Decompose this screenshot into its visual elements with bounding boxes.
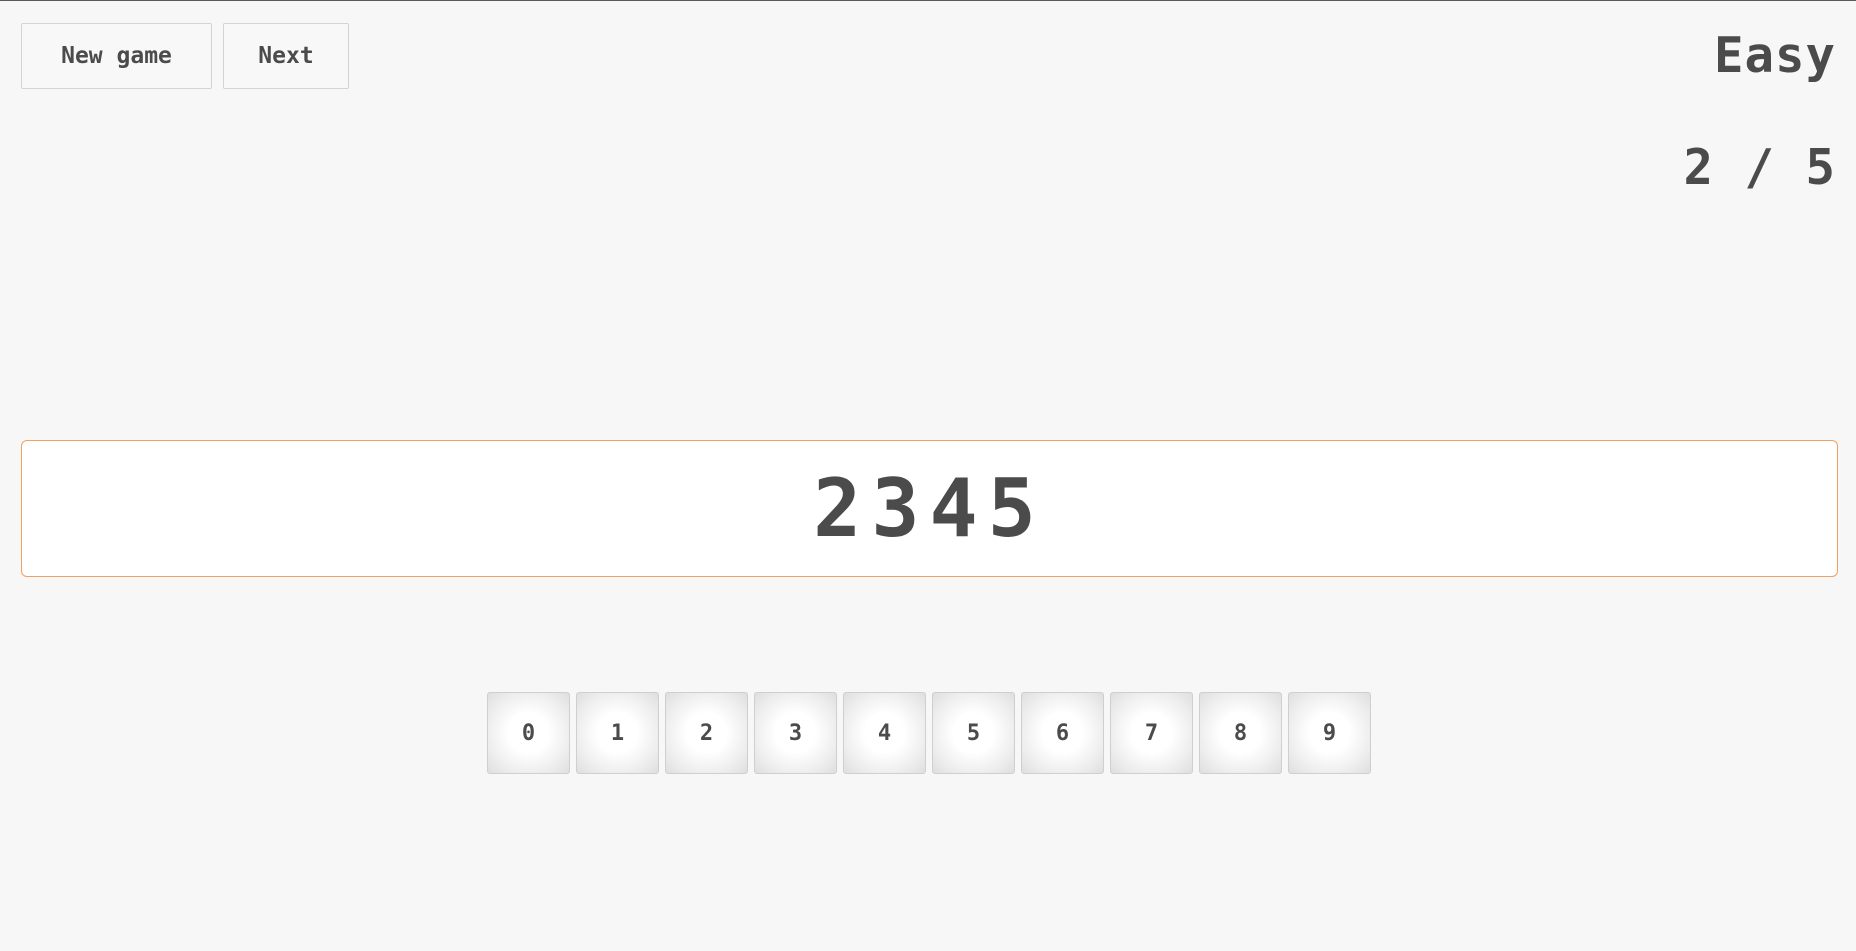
display-value: 2345 bbox=[813, 461, 1046, 555]
key-7[interactable]: 7 bbox=[1110, 692, 1193, 774]
key-9[interactable]: 9 bbox=[1288, 692, 1371, 774]
key-4[interactable]: 4 bbox=[843, 692, 926, 774]
key-1[interactable]: 1 bbox=[576, 692, 659, 774]
digit-keypad: 0 1 2 3 4 5 6 7 8 9 bbox=[487, 692, 1371, 774]
key-2[interactable]: 2 bbox=[665, 692, 748, 774]
key-8[interactable]: 8 bbox=[1199, 692, 1282, 774]
key-5[interactable]: 5 bbox=[932, 692, 1015, 774]
new-game-button[interactable]: New game bbox=[21, 23, 212, 89]
key-0[interactable]: 0 bbox=[487, 692, 570, 774]
difficulty-label: Easy bbox=[1713, 27, 1836, 84]
next-button[interactable]: Next bbox=[223, 23, 349, 89]
key-3[interactable]: 3 bbox=[754, 692, 837, 774]
number-display: 2345 bbox=[21, 440, 1838, 577]
toolbar: New game Next bbox=[21, 23, 349, 89]
progress-counter: 2 / 5 bbox=[1683, 139, 1836, 196]
key-6[interactable]: 6 bbox=[1021, 692, 1104, 774]
